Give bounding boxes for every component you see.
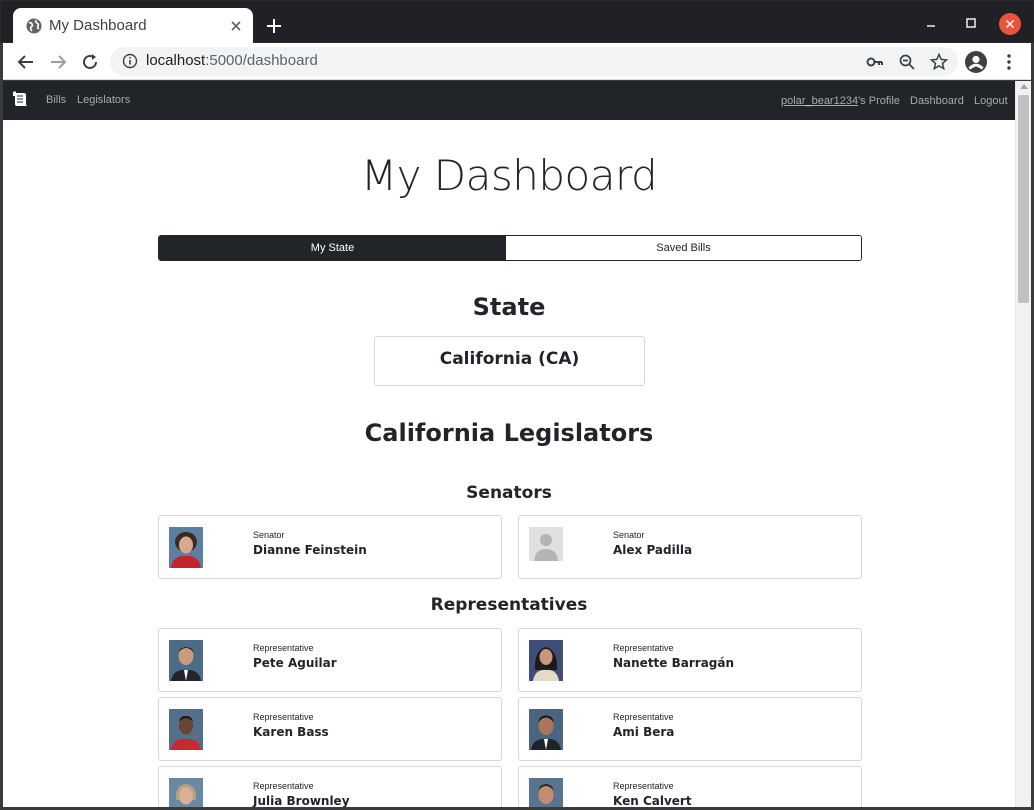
address-bar[interactable]: localhost:5000/dashboard — [110, 47, 958, 76]
legislator-name: Dianne Feinstein — [253, 543, 367, 557]
close-tab-icon[interactable] — [227, 17, 245, 35]
legislator-role: Representative — [613, 643, 674, 653]
new-tab-icon[interactable] — [263, 15, 285, 37]
browser-tabstrip: My Dashboard — [0, 0, 1034, 44]
legislator-name: Nanette Barragán — [613, 656, 735, 670]
legislator-name: Pete Aguilar — [253, 656, 337, 670]
bookmark-star-icon[interactable] — [928, 51, 950, 73]
legislator-role: Senator — [613, 530, 645, 540]
scroll-logo-icon[interactable] — [12, 91, 30, 108]
account-icon[interactable] — [964, 50, 988, 74]
url-path: :5000/dashboard — [205, 52, 318, 69]
nav-link-logout[interactable]: Logout — [974, 95, 1008, 107]
browser-toolbar: localhost:5000/dashboard — [3, 43, 1031, 80]
legislator-card[interactable]: Senator Alex Padilla — [518, 515, 862, 579]
legislator-photo — [169, 640, 203, 681]
close-icon — [1005, 19, 1015, 29]
legislators-heading: California Legislators — [364, 419, 654, 447]
page-title: My Dashboard — [360, 151, 658, 200]
legislator-card[interactable]: Representative Julia Brownley — [158, 766, 502, 807]
legislator-photo — [529, 709, 563, 750]
nav-link-legislators[interactable]: Legislators — [77, 94, 130, 106]
info-icon[interactable] — [122, 53, 138, 69]
menu-dots-icon[interactable] — [998, 51, 1020, 73]
legislator-photo — [169, 527, 203, 568]
nav-link-dashboard[interactable]: Dashboard — [910, 95, 964, 107]
legislator-card[interactable]: Senator Dianne Feinstein — [158, 515, 502, 579]
legislator-role: Representative — [613, 712, 674, 722]
legislator-photo — [169, 709, 203, 750]
reload-icon[interactable] — [79, 51, 101, 73]
legislator-card[interactable]: Representative Ken Calvert — [518, 766, 862, 807]
username-link[interactable]: polar_bear1234 — [781, 95, 858, 107]
zoom-icon[interactable] — [896, 51, 918, 73]
browser-tab[interactable]: My Dashboard — [13, 8, 253, 44]
legislator-name: Alex Padilla — [613, 543, 693, 557]
legislator-role: Representative — [253, 781, 314, 791]
legislator-role: Representative — [613, 781, 674, 791]
legislator-card[interactable]: Representative Pete Aguilar — [158, 628, 502, 692]
back-arrow-icon[interactable] — [15, 51, 37, 73]
avatar-placeholder-icon — [529, 527, 563, 561]
profile-suffix: 's Profile — [858, 95, 900, 107]
legislator-photo — [529, 640, 563, 681]
legislator-role: Representative — [253, 712, 314, 722]
dashboard-tab-group: My State Saved Bills — [158, 235, 862, 261]
legislator-role: Representative — [253, 643, 314, 653]
representatives-heading: Representatives — [430, 595, 588, 615]
nav-profile-link[interactable]: polar_bear1234's Profile — [781, 95, 900, 107]
legislator-name: Ken Calvert — [613, 794, 692, 807]
tab-title: My Dashboard — [49, 17, 147, 34]
legislator-photo — [529, 778, 563, 807]
legislator-name: Julia Brownley — [253, 794, 350, 807]
url-host: localhost — [146, 52, 206, 69]
key-icon[interactable] — [864, 51, 886, 73]
nav-link-bills[interactable]: Bills — [46, 94, 66, 106]
tab-saved-bills[interactable]: Saved Bills — [506, 236, 861, 260]
state-card: California (CA) — [374, 336, 645, 386]
scroll-up-arrow-icon[interactable] — [1020, 84, 1028, 89]
maximize-icon[interactable] — [961, 13, 981, 33]
tab-my-state[interactable]: My State — [159, 236, 506, 260]
legislator-card[interactable]: Representative Nanette Barragán — [518, 628, 862, 692]
site-navbar: Bills Legislators polar_bear1234's Profi… — [3, 81, 1015, 120]
forward-arrow-icon[interactable] — [47, 51, 69, 73]
globe-icon — [26, 18, 42, 34]
state-heading: State — [472, 293, 546, 321]
legislator-name: Ami Bera — [613, 725, 675, 739]
vertical-scrollbar[interactable] — [1015, 81, 1031, 807]
page-viewport: Bills Legislators polar_bear1234's Profi… — [3, 81, 1031, 807]
minimize-icon[interactable] — [921, 13, 941, 33]
window-close-button[interactable] — [999, 13, 1021, 35]
senators-heading: Senators — [466, 483, 552, 503]
scrollbar-thumb[interactable] — [1018, 95, 1029, 303]
url-text: localhost:5000/dashboard — [146, 52, 318, 69]
legislator-card[interactable]: Representative Karen Bass — [158, 697, 502, 761]
legislator-role: Senator — [253, 530, 285, 540]
legislator-name: Karen Bass — [253, 725, 329, 739]
legislator-photo — [169, 778, 203, 807]
legislator-card[interactable]: Representative Ami Bera — [518, 697, 862, 761]
